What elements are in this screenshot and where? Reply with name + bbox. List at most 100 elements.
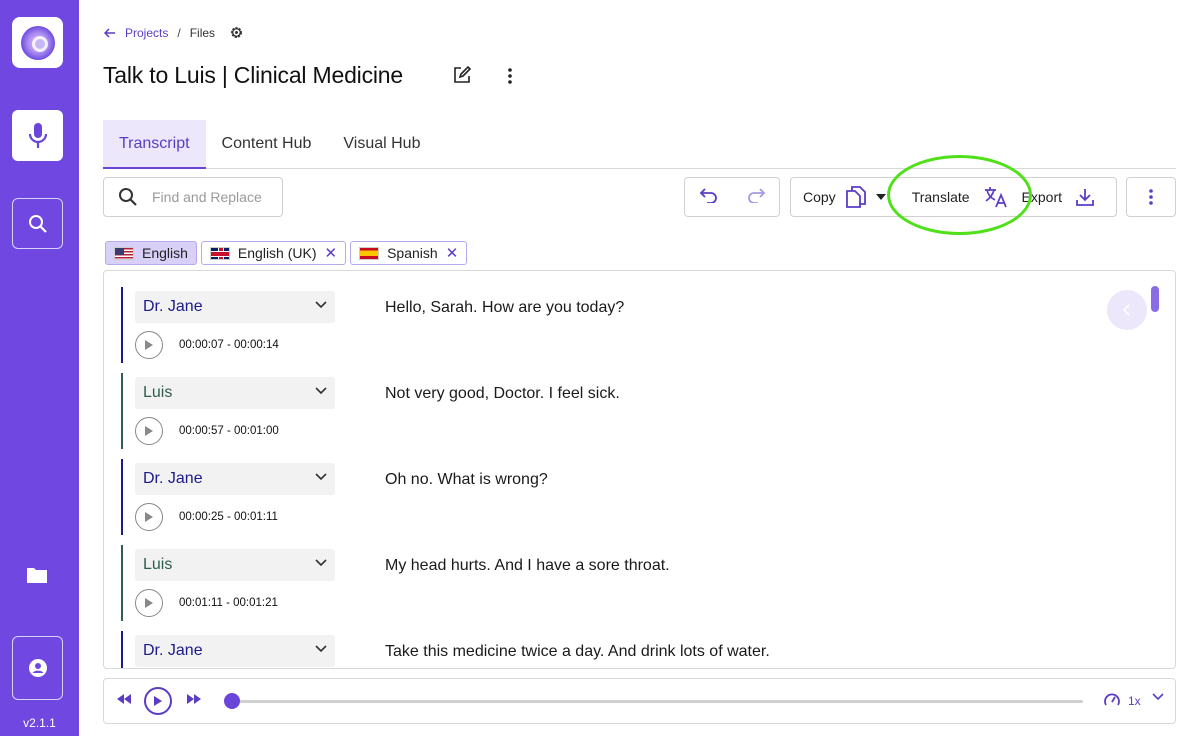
play-icon: [145, 512, 153, 522]
speaker-select[interactable]: Dr. Jane: [135, 635, 335, 667]
translate-icon: [984, 187, 1007, 208]
fast-forward-icon: [187, 694, 201, 704]
more-vertical-icon: [508, 68, 512, 84]
segment-timestamp: 00:00:07 - 00:00:14: [179, 339, 279, 351]
translate-label: Translate: [911, 189, 970, 205]
app-logo[interactable]: [12, 17, 63, 68]
segment-play-button[interactable]: [135, 589, 163, 617]
segment-text[interactable]: My head hurts. And I have a sore throat.: [385, 557, 670, 575]
us-flag-icon: [114, 246, 134, 260]
progress-thumb[interactable]: [224, 693, 240, 709]
sidebar-item-files[interactable]: [24, 562, 50, 588]
speaker-select[interactable]: Dr. Jane: [135, 291, 335, 323]
audio-player: 1x: [103, 678, 1176, 724]
transcript-scrollbar[interactable]: [1151, 286, 1159, 312]
chevron-down-icon: [1152, 693, 1164, 701]
language-chips: English English (UK) ✕ Spanish ✕: [105, 241, 468, 265]
fast-forward-button[interactable]: [186, 693, 202, 705]
sidebar-item-account[interactable]: [12, 636, 63, 700]
play-icon: [145, 426, 153, 436]
speaker-color-bar: [121, 373, 123, 449]
progress-track[interactable]: [232, 700, 1083, 703]
redo-icon: [747, 187, 765, 204]
tab-content-hub[interactable]: Content Hub: [206, 120, 328, 168]
playback-speed[interactable]: 1x: [1128, 694, 1141, 708]
segment-play-button[interactable]: [135, 331, 163, 359]
settings-button[interactable]: [229, 25, 244, 40]
title-more-button[interactable]: [502, 66, 518, 86]
transcript-segment: Luis 00:01:11 - 00:01:21 My head hurts. …: [121, 545, 1121, 621]
tab-transcript[interactable]: Transcript: [103, 120, 206, 169]
transcript-segment: Dr. Jane 00:00:25 - 00:01:11 Oh no. What…: [121, 459, 1121, 535]
language-chip-label: English (UK): [237, 245, 317, 261]
chevron-down-icon: [315, 473, 327, 481]
remove-language-button[interactable]: ✕: [325, 246, 338, 261]
segment-timestamp: 00:01:11 - 00:01:21: [179, 597, 278, 609]
rewind-button[interactable]: [116, 693, 132, 705]
logo-icon: [20, 25, 55, 60]
export-button[interactable]: Export: [1022, 188, 1094, 206]
toolbar-more-button[interactable]: [1126, 177, 1176, 217]
speaker-color-bar: [121, 545, 123, 621]
play-button[interactable]: [144, 687, 172, 715]
page-title: Talk to Luis | Clinical Medicine: [103, 62, 403, 88]
search-icon: [28, 214, 47, 233]
export-label: Export: [1021, 189, 1062, 205]
breadcrumb-current: Files: [189, 25, 216, 40]
find-replace-field[interactable]: Find and Replace: [103, 177, 283, 217]
app-version: v2.1.1: [23, 716, 56, 730]
speaker-select[interactable]: Dr. Jane: [135, 463, 335, 495]
language-chip-label: English: [142, 245, 188, 261]
chevron-down-icon: [315, 559, 327, 567]
sidebar-item-search[interactable]: [12, 198, 63, 249]
segment-text[interactable]: Take this medicine twice a day. And drin…: [385, 643, 770, 661]
action-group: Copy Translate Export: [790, 177, 1117, 217]
segment-play-button[interactable]: [135, 503, 163, 531]
transcript-segment: Dr. Jane Take this medicine twice a day.…: [121, 631, 1121, 668]
speaker-select[interactable]: Luis: [135, 377, 335, 409]
segment-text[interactable]: Hello, Sarah. How are you today?: [385, 299, 624, 317]
breadcrumb-separator: /: [177, 25, 181, 40]
edit-icon: [454, 65, 472, 83]
tab-visual-hub[interactable]: Visual Hub: [327, 120, 436, 168]
speaker-name: Dr. Jane: [143, 470, 203, 487]
speaker-name: Luis: [143, 556, 173, 573]
redo-button[interactable]: [746, 187, 766, 208]
segment-timestamp: 00:00:57 - 00:01:00: [179, 425, 279, 437]
download-icon: [1076, 189, 1094, 206]
transcript-segment: Dr. Jane 00:00:07 - 00:00:14 Hello, Sara…: [121, 287, 1121, 363]
language-chip-spanish[interactable]: Spanish ✕: [350, 241, 468, 265]
segment-text[interactable]: Not very good, Doctor. I feel sick.: [385, 385, 620, 403]
account-icon: [28, 659, 47, 677]
speaker-name: Luis: [143, 384, 173, 401]
segment-play-button[interactable]: [135, 417, 163, 445]
play-icon: [145, 340, 153, 350]
transcript-segment: Luis 00:00:57 - 00:01:00 Not very good, …: [121, 373, 1121, 449]
speaker-select[interactable]: Luis: [135, 549, 335, 581]
segment-text[interactable]: Oh no. What is wrong?: [385, 471, 548, 489]
language-chip-english[interactable]: English: [105, 241, 197, 265]
more-vertical-icon: [1149, 189, 1153, 205]
sidebar-item-record[interactable]: [12, 110, 63, 161]
collapse-panel-button[interactable]: [1107, 290, 1147, 330]
language-chip-english-uk[interactable]: English (UK) ✕: [200, 241, 347, 265]
edit-title-button[interactable]: [452, 65, 472, 85]
search-icon: [119, 188, 137, 206]
copy-button[interactable]: Copy: [791, 186, 866, 208]
remove-language-button[interactable]: ✕: [446, 246, 459, 261]
breadcrumb-back-link[interactable]: Projects: [104, 26, 168, 40]
sidebar: v2.1.1: [0, 0, 79, 736]
breadcrumb-projects[interactable]: Projects: [125, 26, 168, 40]
gear-icon: [231, 27, 242, 38]
speed-icon: [1104, 693, 1120, 707]
chevron-down-icon: [315, 301, 327, 309]
translate-button[interactable]: Translate: [912, 186, 1008, 208]
segment-timestamp: 00:00:25 - 00:01:11: [179, 511, 278, 523]
find-replace-placeholder: Find and Replace: [152, 189, 262, 205]
speed-dropdown-button[interactable]: [1152, 693, 1164, 701]
copy-dropdown-button[interactable]: [875, 194, 886, 200]
play-icon: [145, 598, 153, 608]
uk-flag-icon: [209, 246, 230, 260]
undo-button[interactable]: [699, 187, 719, 208]
copy-label: Copy: [803, 189, 836, 205]
